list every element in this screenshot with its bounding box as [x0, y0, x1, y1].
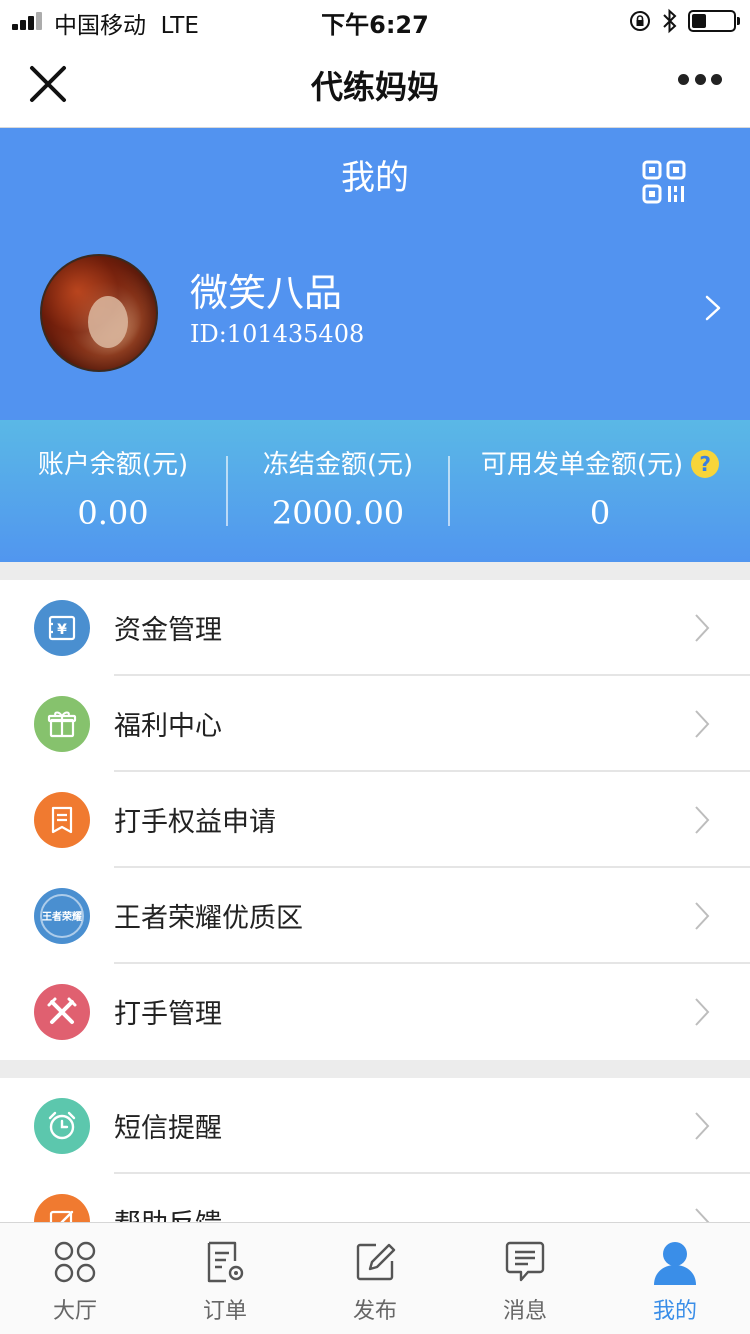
menu-item-sms-reminder[interactable]: 短信提醒 — [0, 1078, 750, 1174]
tab-lobby[interactable]: 大厅 — [0, 1223, 150, 1334]
nav-title: 代练妈妈 — [310, 68, 439, 106]
chevron-right-icon — [695, 998, 710, 1026]
username: 微笑八品 — [190, 271, 343, 315]
tab-publish[interactable]: 发布 — [300, 1223, 450, 1334]
tab-messages[interactable]: 消息 — [450, 1223, 600, 1334]
tab-label: 发布 — [352, 1299, 397, 1324]
nav-bar: 代练妈妈 — [0, 40, 750, 128]
available-balance-label: 可用发单金额(元)? — [450, 444, 750, 481]
order-list-icon — [207, 1241, 244, 1283]
account-balance[interactable]: 账户余额(元) 0.00 — [0, 420, 226, 562]
battery-fill — [692, 14, 706, 28]
chevron-right-icon — [695, 710, 710, 738]
profile-header: 我的 微笑八品 ID:101435408 — [0, 128, 750, 420]
menu-item-honor-of-kings[interactable]: 王者荣耀 王者荣耀优质区 — [0, 868, 750, 964]
bluetooth-icon — [663, 8, 677, 34]
menu-item-label: 福利中心 — [114, 711, 222, 742]
account-balance-value: 0.00 — [77, 494, 149, 532]
svg-text:王者荣耀: 王者荣耀 — [42, 910, 82, 923]
frozen-balance[interactable]: 冻结金额(元) 2000.00 — [228, 420, 448, 562]
menu-item-player-management[interactable]: 打手管理 — [0, 964, 750, 1060]
status-icons — [628, 8, 740, 34]
tab-mine[interactable]: 我的 — [600, 1223, 750, 1334]
rotation-lock-icon — [630, 11, 650, 31]
qr-code-icon[interactable] — [642, 160, 686, 204]
tab-label: 消息 — [502, 1299, 547, 1324]
menu-item-label: 王者荣耀优质区 — [114, 903, 303, 934]
wallet-icon: ¥ — [34, 600, 90, 656]
chevron-right-icon — [695, 806, 710, 834]
gift-icon — [34, 696, 90, 752]
page-title: 我的 — [341, 158, 409, 198]
four-circles-icon — [54, 1241, 96, 1283]
svg-text:¥: ¥ — [57, 622, 67, 638]
menu-item-label: 短信提醒 — [114, 1113, 222, 1144]
account-balance-label: 账户余额(元) — [37, 450, 189, 480]
help-icon[interactable]: ? — [691, 450, 720, 478]
message-bubble-icon — [505, 1241, 545, 1282]
user-id: ID:101435408 — [190, 320, 365, 348]
menu-item-label: 打手管理 — [114, 999, 222, 1030]
chevron-right-icon — [695, 1112, 710, 1140]
tab-orders[interactable]: 订单 — [150, 1223, 300, 1334]
tab-label: 订单 — [202, 1299, 247, 1324]
available-balance[interactable]: 可用发单金额(元)? 0 — [450, 420, 750, 562]
frozen-balance-label: 冻结金额(元) — [262, 450, 414, 480]
game-logo-icon: 王者荣耀 — [34, 888, 90, 944]
chevron-right-icon — [695, 902, 710, 930]
frozen-balance-value: 2000.00 — [271, 494, 405, 532]
menu-item-welfare-center[interactable]: 福利中心 — [0, 676, 750, 772]
tab-label: 我的 — [652, 1299, 697, 1324]
tab-bar: 大厅 订单 发布 消息 我的 — [0, 1222, 750, 1334]
chevron-right-icon[interactable] — [704, 294, 722, 322]
crossed-swords-icon — [34, 984, 90, 1040]
document-icon — [34, 792, 90, 848]
chevron-right-icon — [695, 614, 710, 642]
menu-item-label: 打手权益申请 — [114, 807, 276, 838]
tab-label: 大厅 — [52, 1299, 97, 1324]
publish-edit-icon — [356, 1243, 396, 1281]
more-dots-icon[interactable] — [678, 74, 722, 88]
section-gap — [0, 562, 750, 580]
section-gap — [0, 1060, 750, 1078]
menu-item-player-rights[interactable]: 打手权益申请 — [0, 772, 750, 868]
balance-strip: 账户余额(元) 0.00 冻结金额(元) 2000.00 可用发单金额(元)? … — [0, 420, 750, 562]
status-bar: 中国移动 LTE 下午6:27 — [0, 0, 750, 40]
menu-item-fund-management[interactable]: ¥ 资金管理 — [0, 580, 750, 676]
alarm-clock-icon — [34, 1098, 90, 1154]
person-icon — [654, 1242, 696, 1285]
battery-icon — [688, 10, 740, 32]
menu-item-label: 资金管理 — [114, 615, 222, 646]
available-balance-value: 0 — [589, 494, 611, 532]
avatar[interactable] — [40, 254, 158, 372]
